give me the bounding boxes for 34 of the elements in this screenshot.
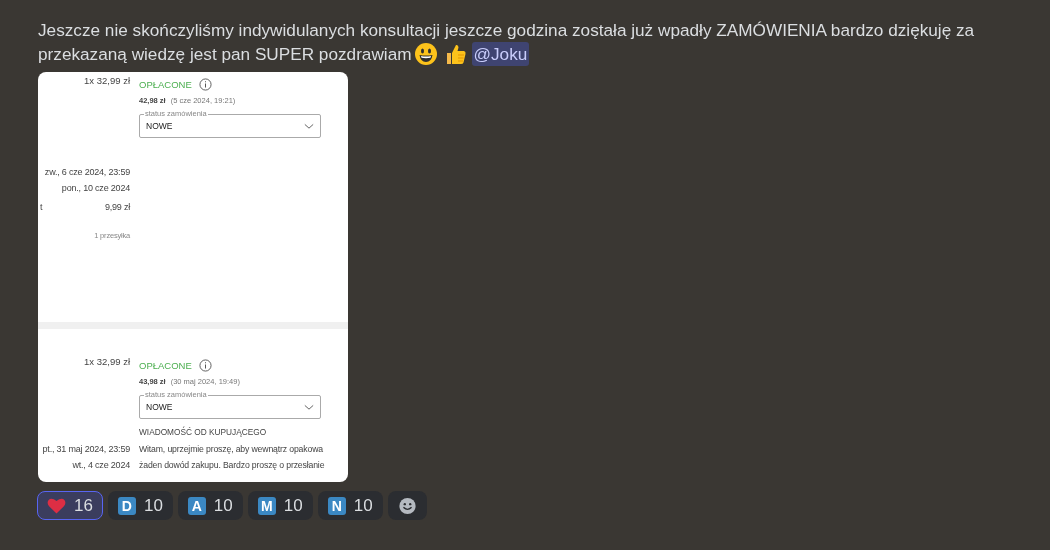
buyer-message-line: żaden dowód zakupu. Bardzo proszę o przesłanie [139,459,326,472]
detail-value: 9,99 zł [104,202,130,212]
quantity-price: 1x 32,99 zł [84,356,130,367]
user-mention[interactable]: @Joku [471,42,530,66]
letter-emoji: A [187,496,206,515]
reaction-button[interactable]: 16 [37,491,103,520]
screenshot-attachment[interactable] [38,72,348,482]
chevron-down-icon [304,403,314,411]
message-text: przekazaną wiedzę jest pan SUPER pozdrawiam [38,43,412,66]
letter-emoji: M [257,496,276,515]
buyer-message-heading: WIADOMOŚĆ OD KUPUJĄCEGO [139,427,268,439]
reaction-button[interactable]: A 10 [177,491,243,520]
payment-status: OPŁACONE [139,360,192,371]
info-icon[interactable] [198,78,212,91]
payment-status: OPŁACONE [139,79,192,90]
smiley-icon [397,496,417,515]
reaction-button[interactable]: D 10 [107,491,173,520]
add-reaction-button[interactable] [387,491,427,520]
detail-value: wt., 4 cze 2024 [72,460,130,470]
letter-emoji: D [117,496,136,515]
chevron-down-icon [304,122,314,130]
heart-icon [47,496,66,515]
info-icon[interactable] [198,359,212,372]
letter-emoji: N [327,496,346,515]
reaction-button[interactable]: N 10 [317,491,383,520]
detail-label: t [40,202,43,212]
detail-value: zw., 6 cze 2024, 23:59 [44,167,130,177]
reaction-button[interactable]: M 10 [247,491,313,520]
quantity-price: 1x 32,99 zł [84,75,130,86]
detail-value: pon., 10 cze 2024 [61,183,130,193]
buyer-message-line: Witam, uprzejmie proszę, aby wewnątrz opakowa [139,443,324,456]
message-text: Jeszcze nie skończyliśmy indywidulanych konsultacji jeszcze godzina została już wpadły ZAMÓWIENIA bardzo dziękuję za [38,19,975,42]
detail-value: pt., 31 maj 2024, 23:59 [42,444,130,454]
smiley-emoji-icon [413,42,438,66]
